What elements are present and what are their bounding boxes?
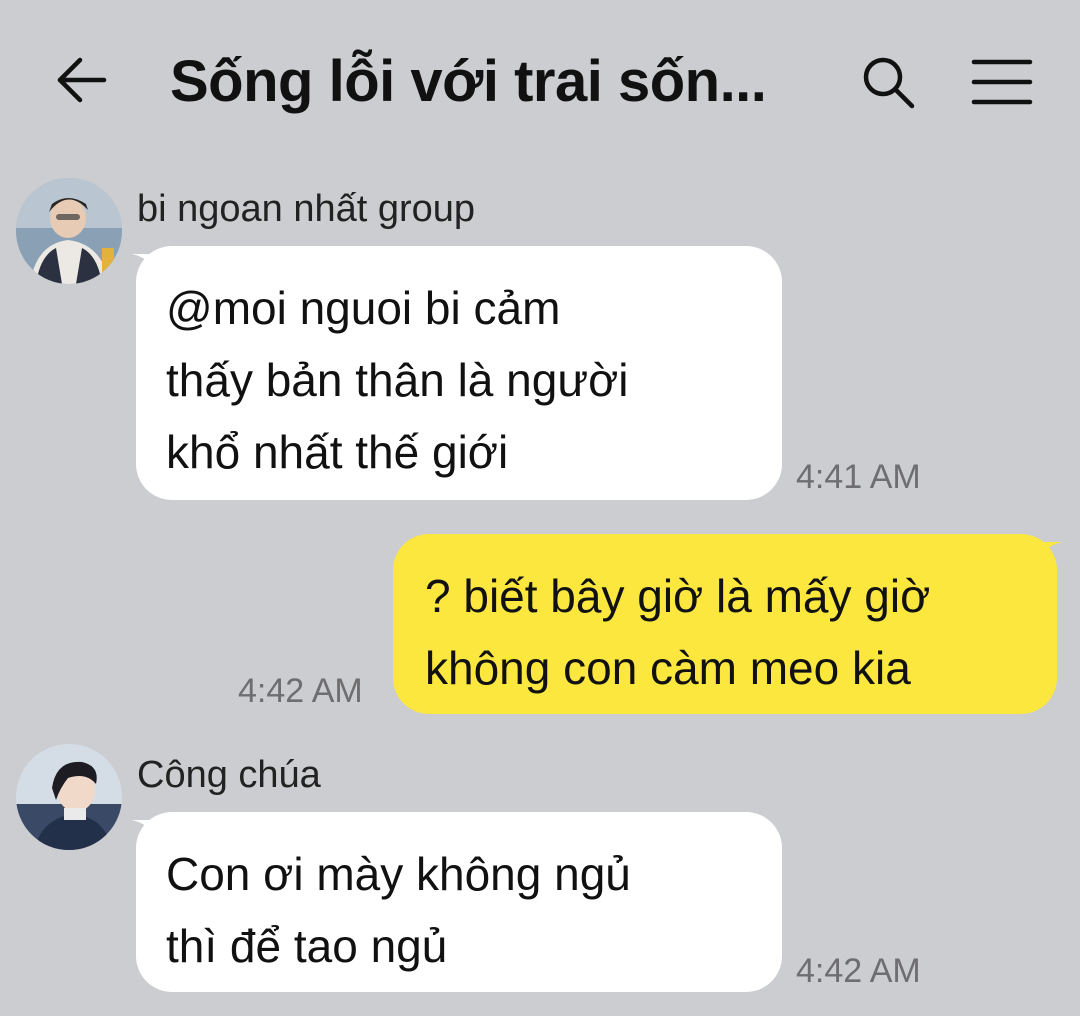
search-icon	[863, 57, 915, 109]
message-timestamp: 4:42 AM	[238, 672, 363, 710]
message-text-line: @moi nguoi bi cảm	[166, 282, 561, 334]
message-timestamp: 4:42 AM	[796, 952, 921, 990]
menu-button[interactable]	[966, 50, 1038, 114]
message-text-line: ? biết bây giờ là mấy giờ	[425, 570, 931, 622]
back-arrow-icon	[57, 57, 107, 103]
message-bubble[interactable]: Con ơi mày không ngủ thì để tao ngủ	[136, 812, 782, 992]
search-button[interactable]	[856, 50, 920, 114]
message-bubble[interactable]: ? biết bây giờ là mấy giờ không con càm …	[393, 534, 1057, 714]
avatar-icon	[16, 178, 122, 284]
message-bubble[interactable]: @moi nguoi bi cảm thấy bản thân là người…	[136, 246, 782, 500]
message-text-line: thấy bản thân là người	[166, 354, 629, 406]
sender-name: Công chúa	[137, 754, 321, 796]
back-button[interactable]	[48, 48, 112, 112]
message-text-line: Con ơi mày không ngủ	[166, 848, 631, 900]
avatar-icon	[16, 744, 122, 850]
chat-header: Sống lỗi với trai sốn...	[0, 0, 1080, 160]
sender-avatar[interactable]	[16, 178, 122, 284]
message-text-line: thì để tao ngủ	[166, 920, 448, 972]
sender-name: bi ngoan nhất group	[137, 188, 476, 230]
message-text-line: không con càm meo kia	[425, 642, 911, 694]
chat-title: Sống lỗi với trai sốn...	[170, 49, 767, 114]
sender-avatar[interactable]	[16, 744, 122, 850]
message-timestamp: 4:41 AM	[796, 458, 921, 496]
hamburger-menu-icon	[971, 59, 1033, 105]
message-text-line: khổ nhất thế giới	[166, 426, 509, 478]
